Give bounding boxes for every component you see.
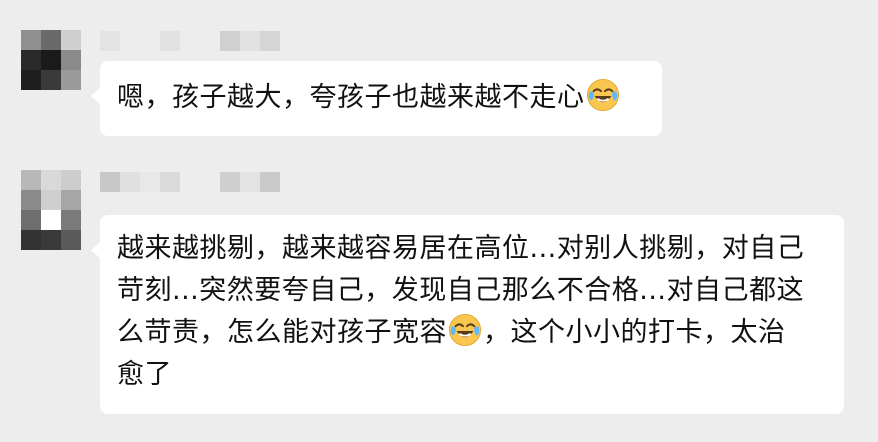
face-with-tears-of-joy-icon [448, 313, 482, 347]
avatar[interactable] [21, 170, 81, 250]
message-text-line: 越来越挑剔，越来越容易居在高位...对别人挑剔，对自己 [117, 233, 805, 264]
message-text-line: 愈了 [117, 359, 172, 390]
avatar[interactable] [21, 30, 81, 90]
message-bubble[interactable]: 嗯，孩子越大，夸孩子也越来越不走心 [91, 61, 662, 136]
message-text-line: 么苛责，怎么能对孩子宽容 ，这个小小的打卡，太治 [117, 312, 844, 354]
sender-name-blurred [100, 172, 280, 194]
message-text-line: 苛刻...突然要夸自己，发现自己那么不合格...对自己都这 [117, 275, 804, 306]
message-bubble[interactable]: 越来越挑剔，越来越容易居在高位...对别人挑剔，对自己 苛刻...突然要夸自己，… [91, 215, 844, 414]
face-with-tears-of-joy-icon [586, 78, 619, 112]
sender-name-blurred [100, 31, 280, 53]
message-text-line: 嗯，孩子越大，夸孩子也越来越不走心 [117, 77, 662, 119]
